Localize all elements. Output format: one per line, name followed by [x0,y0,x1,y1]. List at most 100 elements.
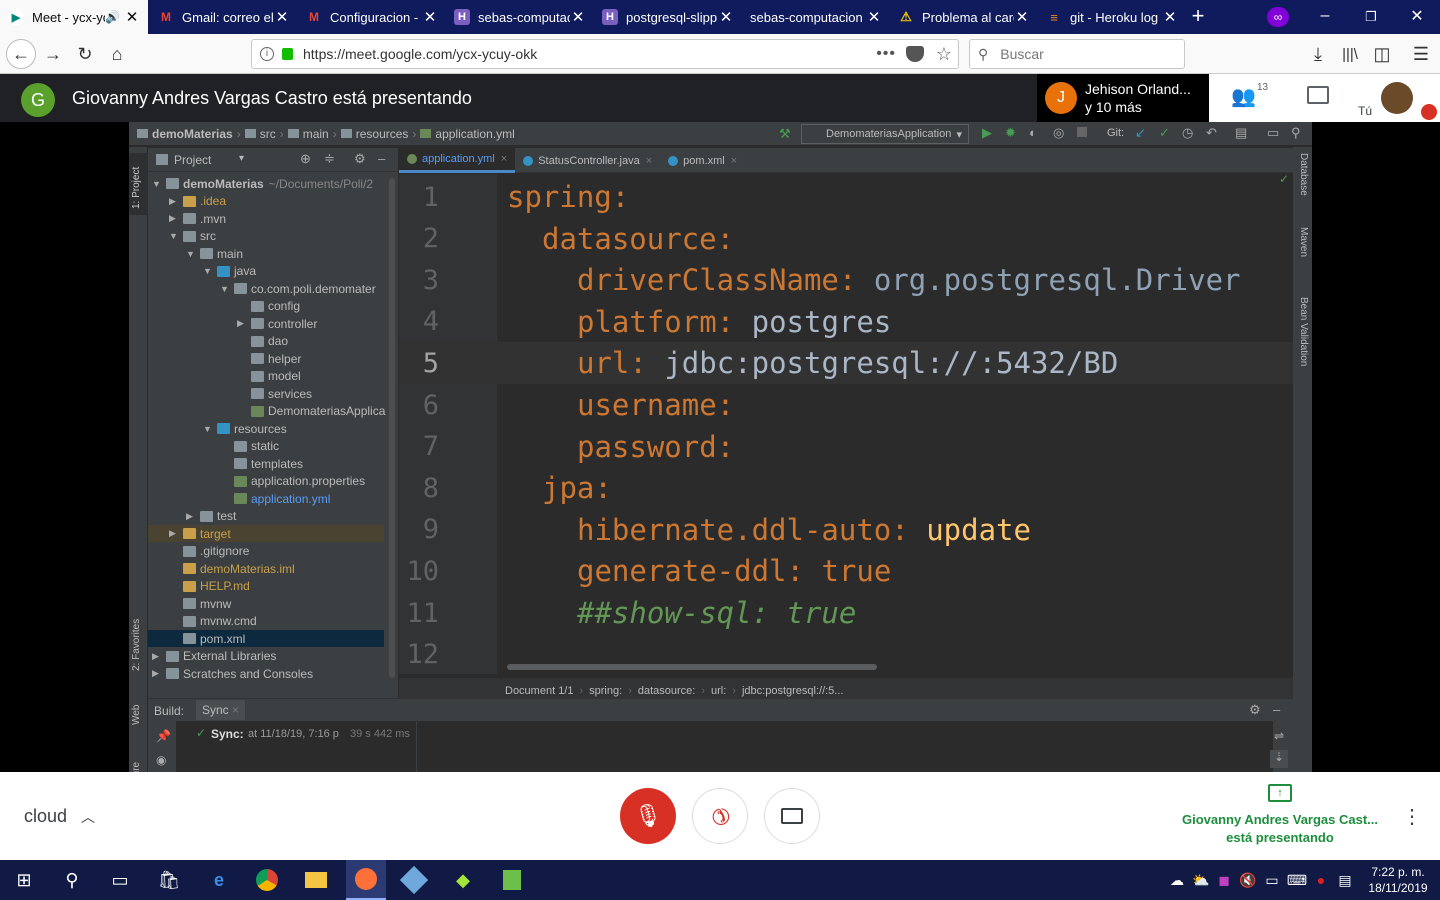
tree-item[interactable]: application.properties [220,473,365,490]
tree-item[interactable]: helper [237,350,301,367]
taskbar-clock[interactable]: 7:22 p. m. 18/11/2019 [1362,864,1434,896]
tree-item[interactable]: ▼ src [169,228,216,245]
editor-breadcrumb-item[interactable]: datasource: [638,685,695,697]
collapsed-arrow-icon[interactable]: ▶ [152,668,166,679]
expanded-arrow-icon[interactable]: ▼ [203,424,217,434]
browser-tab[interactable]: M Configuracion - ✕ [298,0,446,34]
browser-tab[interactable]: Hpostgresql-slipp ✕ [594,0,742,34]
settings-icon[interactable]: ⚙ [354,151,366,167]
end-call-button[interactable]: ✆ [692,788,748,844]
bookmark-star-icon[interactable]: ☆ [936,44,952,65]
breadcrumb-item[interactable]: src [260,127,276,141]
eye-icon[interactable]: ◉ [156,753,166,767]
hammer-icon[interactable]: ⚒ [779,126,791,142]
tree-item[interactable]: ▼ resources [203,420,287,437]
meeting-details-button[interactable]: cloud ︿ [24,806,95,827]
taskbar-search-icon[interactable]: ⚲ [58,866,86,894]
people-button[interactable]: 👥 13 [1231,82,1271,112]
git-kraken-icon[interactable]: ◆ [449,866,477,894]
tree-item[interactable]: templates [220,455,303,472]
sync-tab[interactable]: Sync × [196,700,246,720]
editor-tab[interactable]: StatusController.java × [515,148,660,173]
tree-item[interactable]: services [237,385,312,402]
camera-toggle-button[interactable] [764,788,820,844]
close-icon[interactable]: × [232,703,239,717]
browser-tab[interactable]: Hsebas-computac ✕ [446,0,594,34]
run-icon[interactable]: ▶ [982,125,992,141]
code-line[interactable]: 11 ##show-sql: true [399,592,1293,634]
windows-start-icon[interactable]: ⊞ [10,866,38,894]
structure-tool-tab[interactable]: ructure [129,755,148,772]
chrome-icon[interactable] [253,866,281,894]
collapsed-arrow-icon[interactable]: ▶ [169,213,183,224]
expanded-arrow-icon[interactable]: ▼ [169,231,183,241]
stop-icon[interactable] [1077,127,1087,137]
network-icon[interactable]: ▭ [1258,866,1286,894]
close-tab-icon[interactable]: ✕ [124,8,140,26]
tree-item[interactable]: ▼ demoMaterias ~/Documents/Poli/2 [152,175,373,192]
code-line[interactable]: 7 password: [399,426,1293,468]
settings-icon[interactable]: ⚙ [1249,702,1261,718]
collapsed-arrow-icon[interactable]: ▶ [186,511,200,522]
editor-breadcrumb-item[interactable]: spring: [589,685,622,697]
close-tab-icon[interactable]: ✕ [866,8,882,26]
project-view-select[interactable]: Project [174,153,211,167]
virtualbox-icon[interactable] [399,865,429,895]
project-scrollbar[interactable] [389,178,395,678]
close-icon[interactable]: × [646,155,652,167]
tree-item[interactable]: static [220,438,279,455]
code-line[interactable]: 1 spring: [399,176,1293,218]
profile-icon[interactable]: ◎ [1053,125,1064,141]
code-line[interactable]: 5 url: jdbc:postgresql://:5432/BD [399,342,1293,385]
web-tool-tab[interactable]: Web [129,703,148,743]
code-line[interactable]: 2 datasource: [399,218,1293,260]
firefox-icon[interactable] [346,860,386,900]
pocket-icon[interactable] [906,46,924,62]
notifications-icon[interactable]: ▤ [1331,866,1359,894]
editor-breadcrumb-item[interactable]: jdbc:postgresql://:5... [742,685,844,697]
soft-wrap-icon[interactable]: ⇌ [1274,729,1284,743]
browser-tab[interactable]: sebas-computacion ✕ [742,0,890,34]
right-tool-tab[interactable]: Maven [1298,227,1309,257]
right-tool-tab[interactable]: Database [1298,153,1309,196]
close-tab-icon[interactable]: ✕ [570,8,586,26]
tree-item[interactable]: mvnw.cmd [169,613,257,630]
project-structure-icon[interactable]: ▤ [1235,125,1247,141]
tree-item[interactable]: model [237,368,301,385]
expanded-arrow-icon[interactable]: ▼ [152,179,166,189]
speaker-icon[interactable]: 🔊 [105,10,120,24]
tree-item[interactable]: ▼ main [186,245,243,262]
locate-icon[interactable]: ⊕ [300,151,311,167]
expanded-arrow-icon[interactable]: ▼ [203,266,217,276]
collapsed-arrow-icon[interactable]: ▶ [237,318,251,329]
close-tab-icon[interactable]: ✕ [422,8,438,26]
project-tool-tab[interactable]: 1: Project [129,153,148,215]
sidebar-icon[interactable]: ◫ [1370,42,1394,66]
task-view-icon[interactable]: ▭ [106,866,134,894]
tree-item[interactable]: DemomateriasApplica [237,403,385,420]
coverage-icon[interactable]: ◐ [1029,125,1037,140]
tree-item[interactable]: ▶ .idea [169,193,226,210]
info-icon[interactable]: i [260,47,274,61]
tree-item[interactable]: HELP.md [169,578,250,595]
browser-tab[interactable]: ⚠ Problema al carg ✕ [890,0,1038,34]
code-line[interactable]: 8 jpa: [399,467,1293,509]
browser-tab[interactable]: M Gmail: correo el ✕ [150,0,298,34]
participants-card[interactable]: J Jehison Orland... y 10 más [1037,74,1209,122]
tree-item[interactable]: ▶ .mvn [169,210,226,227]
hide-panel-icon[interactable]: – [378,151,385,166]
downloads-icon[interactable]: ⤓ [1306,42,1330,66]
collapsed-arrow-icon[interactable]: ▶ [169,528,183,539]
tree-item[interactable]: .gitignore [169,543,249,560]
run-config-select[interactable]: DemomateriasApplication ▾ [801,124,969,144]
expanded-arrow-icon[interactable]: ▼ [186,249,200,259]
git-commit-icon[interactable]: ✓ [1159,125,1170,141]
minimize-button[interactable]: – [1310,0,1340,34]
library-icon[interactable]: |||\ [1338,42,1362,66]
editor-breadcrumb-item[interactable]: Document 1/1 [505,685,573,697]
horizontal-scrollbar[interactable] [507,664,877,670]
hide-panel-icon[interactable]: – [1273,702,1280,717]
close-icon[interactable]: × [731,155,737,167]
tree-item[interactable]: application.yml [220,490,330,507]
code-line[interactable]: 3 driverClassName: org.postgresql.Driver [399,259,1293,301]
